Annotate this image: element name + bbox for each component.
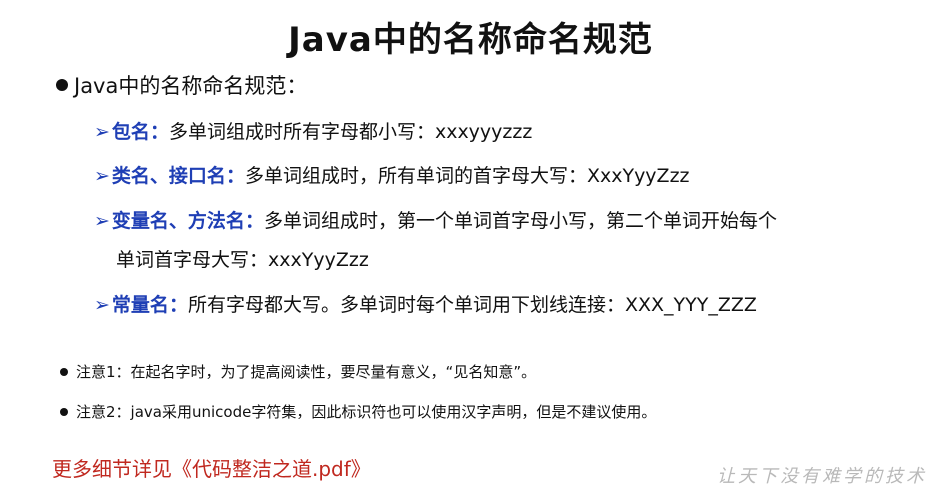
term-separator: ： xyxy=(149,121,169,143)
arrow-bullet-icon: ➢ xyxy=(94,210,110,232)
term-label: 变量名、方法名 xyxy=(111,210,245,232)
note-text: 注意2：java采用unicode字符集，因此标识符也可以使用汉字声明，但是不建… xyxy=(76,403,657,421)
term-separator: ： xyxy=(168,294,188,316)
rule-text: 多单词组成时所有字母都小写：xxxyyyzzz xyxy=(168,121,533,143)
arrow-bullet-icon: ➢ xyxy=(94,121,110,143)
term-separator: ： xyxy=(225,165,245,187)
rule-text: 多单词组成时，第一个单词首字母小写，第二个单词开始每个 xyxy=(263,210,777,232)
more-details-reference: 更多细节详见《代码整洁之道.pdf》 xyxy=(52,457,371,481)
term-label: 常量名 xyxy=(111,294,169,316)
arrow-bullet-icon: ➢ xyxy=(94,294,110,316)
slide-title: Java中的名称命名规范 xyxy=(288,20,653,60)
bullet-dot-icon xyxy=(60,368,68,376)
note-text: 注意1：在起名字时，为了提高阅读性，要尽量有意义，“见名知意”。 xyxy=(76,363,537,381)
naming-rule-package: ➢ 包名：多单词组成时所有字母都小写：xxxyyyzzz xyxy=(94,120,532,144)
main-bullet: Java中的名称命名规范： xyxy=(56,70,307,100)
rule-text: 所有字母都大写。多单词时每个单词用下划线连接：XXX_YYY_ZZZ xyxy=(187,294,757,316)
term-label: 类名、接口名 xyxy=(111,165,226,187)
naming-rule-class: ➢ 类名、接口名：多单词组成时，所有单词的首字母大写：XxxYyyZzz xyxy=(94,164,690,188)
arrow-bullet-icon: ➢ xyxy=(94,165,110,187)
main-bullet-text: Java中的名称命名规范： xyxy=(74,74,308,98)
watermark: 让天下没有难学的技术 xyxy=(717,466,927,487)
term-label: 包名 xyxy=(111,121,150,143)
note-2: 注意2：java采用unicode字符集，因此标识符也可以使用汉字声明，但是不建… xyxy=(60,402,656,422)
bullet-dot-icon xyxy=(56,79,68,91)
note-1: 注意1：在起名字时，为了提高阅读性，要尽量有意义，“见名知意”。 xyxy=(60,362,536,382)
naming-rule-variable-continuation: 单词首字母大写：xxxYyyZzz xyxy=(116,249,369,271)
term-separator: ： xyxy=(244,210,264,232)
rule-text: 多单词组成时，所有单词的首字母大写：XxxYyyZzz xyxy=(244,165,690,187)
naming-rule-variable: ➢ 变量名、方法名：多单词组成时，第一个单词首字母小写，第二个单词开始每个 xyxy=(94,209,777,233)
slide: Java中的名称命名规范 Java中的名称命名规范： ➢ 包名：多单词组成时所有字… xyxy=(0,0,941,498)
naming-rule-constant: ➢ 常量名：所有字母都大写。多单词时每个单词用下划线连接：XXX_YYY_ZZZ xyxy=(94,293,757,317)
bullet-dot-icon xyxy=(60,408,68,416)
